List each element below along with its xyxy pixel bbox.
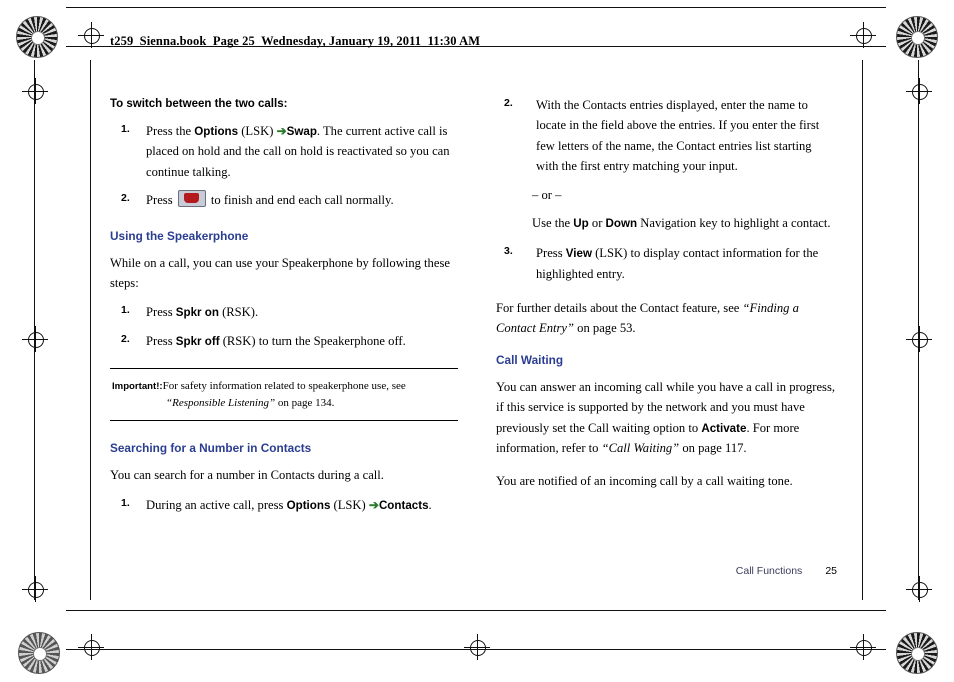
registration-cross-bottom-left bbox=[78, 634, 104, 660]
end-call-key-icon bbox=[177, 190, 206, 208]
footer-section-name: Call Functions bbox=[735, 565, 803, 577]
registration-cross-right-mid bbox=[906, 326, 932, 352]
keyword-swap: Swap bbox=[286, 124, 317, 138]
keyword-options: Options bbox=[194, 124, 239, 138]
details-text-post: on page 53. bbox=[574, 321, 636, 336]
details-text-pre: For further details about the Contact fe… bbox=[496, 300, 743, 315]
trim-rule-right-short bbox=[862, 60, 863, 600]
list-item: 3. Press View (LSK) to display contact i… bbox=[496, 243, 836, 284]
note-reference-page: on page 134. bbox=[275, 397, 335, 410]
registration-burst-top-left bbox=[16, 16, 58, 58]
list-item: 2. With the Contacts entries displayed, … bbox=[496, 95, 836, 177]
note-label: Important!: bbox=[112, 381, 163, 393]
list-item-text: Press Spkr on (RSK). bbox=[146, 305, 258, 319]
step-text-pre: Press bbox=[146, 193, 176, 208]
alt-text-pre: Use the bbox=[532, 215, 574, 230]
registration-burst-bottom-right bbox=[896, 632, 938, 674]
registration-cross-top-center-right bbox=[850, 22, 876, 48]
registration-cross-right-top bbox=[906, 78, 932, 104]
list-item: 2. Press to finish and end each call nor… bbox=[110, 190, 458, 210]
cross-reference-call-waiting: “Call Waiting” bbox=[601, 441, 680, 456]
registration-cross-bottom-right bbox=[850, 634, 876, 660]
list-item-number: 2. bbox=[504, 97, 513, 109]
registration-cross-top-left bbox=[78, 22, 104, 48]
heading-using-the-speakerphone: Using the Speakerphone bbox=[110, 228, 249, 243]
list-item-text: Press View (LSK) to display contact info… bbox=[536, 246, 818, 281]
step-text-post: to finish and end each call normally. bbox=[207, 193, 394, 208]
trim-rule-left-short bbox=[90, 60, 91, 600]
note-reference-title: “Responsible Listening” bbox=[166, 397, 276, 410]
footer-page-number: 25 bbox=[825, 565, 837, 577]
heading-searching-for-a-number: Searching for a Number in Contacts bbox=[110, 441, 312, 456]
step-text-pre: Press bbox=[146, 334, 176, 349]
list-item-text: Press to finish and end each call normal… bbox=[146, 190, 394, 208]
trim-rule-right bbox=[918, 60, 919, 600]
keyword-contacts: Contacts bbox=[378, 498, 429, 512]
registration-cross-left-mid bbox=[22, 326, 48, 352]
paragraph-contact-details-reference: For further details about the Contact fe… bbox=[496, 298, 836, 339]
step-text-post: (RSK) to turn the Speakerphone off. bbox=[219, 334, 406, 349]
step-text-pre: During an active call, press bbox=[146, 497, 287, 512]
step-text-mid: (LSK) bbox=[330, 497, 369, 512]
important-note-box: Important!:For safety information relate… bbox=[110, 368, 458, 422]
list-item-number: 1. bbox=[121, 496, 130, 509]
alt-text-mid: or bbox=[588, 215, 606, 230]
cw-text-post: on page 117. bbox=[679, 441, 747, 456]
alternative-separator: – or – bbox=[532, 187, 562, 202]
step-text-pre: Press the bbox=[146, 123, 195, 138]
list-item: 1. During an active call, press Options … bbox=[110, 495, 458, 516]
page-header-filename-date: t259_Sienna.book Page 25 Wednesday, Janu… bbox=[110, 34, 481, 48]
registration-burst-bottom-left bbox=[18, 632, 60, 674]
list-item-number: 2. bbox=[121, 333, 130, 346]
list-item-text: With the Contacts entries displayed, ent… bbox=[536, 98, 820, 174]
list-item: 1. Press the Options (LSK) ➔Swap. The cu… bbox=[110, 121, 458, 183]
heading-call-waiting: Call Waiting bbox=[496, 352, 564, 367]
step-text-mid: (LSK) bbox=[238, 123, 277, 138]
note-reference-line: “Responsible Listening” on page 134. bbox=[166, 395, 456, 413]
list-item-number: 1. bbox=[121, 304, 130, 317]
step-text-post: (RSK). bbox=[218, 305, 259, 320]
list-item-number: 2. bbox=[121, 192, 130, 205]
page-footer: Call Functions 25 bbox=[736, 565, 837, 577]
trim-rule-top bbox=[66, 7, 886, 8]
right-text-column: 2. With the Contacts entries displayed, … bbox=[496, 95, 836, 500]
registration-cross-left-top bbox=[22, 78, 48, 104]
step-text-pre: Press bbox=[146, 305, 176, 320]
keyword-activate: Activate bbox=[701, 421, 747, 435]
trim-rule-bottom-short bbox=[66, 610, 886, 611]
arrow-icon: ➔ bbox=[276, 123, 287, 138]
list-item-text: Press Spkr off (RSK) to turn the Speaker… bbox=[146, 334, 406, 348]
keyword-options: Options bbox=[286, 498, 331, 512]
paragraph-call-waiting-2: You are notified of an incoming call by … bbox=[496, 473, 793, 488]
paragraph-call-waiting-1: You can answer an incoming call while yo… bbox=[496, 377, 836, 459]
registration-burst-top-right bbox=[896, 16, 938, 58]
arrow-icon: ➔ bbox=[368, 497, 379, 512]
note-text: For safety information related to speake… bbox=[162, 380, 406, 393]
trim-rule-bottom bbox=[66, 649, 886, 650]
list-item-number: 3. bbox=[504, 244, 513, 257]
alternative-instruction: Use the Up or Down Navigation key to hig… bbox=[496, 213, 836, 234]
list-item-text: Press the Options (LSK) ➔Swap. The curre… bbox=[146, 124, 450, 179]
alt-text-post: Navigation key to highlight a contact. bbox=[637, 215, 831, 230]
list-item-text: During an active call, press Options (LS… bbox=[146, 498, 432, 512]
list-item: 1. Press Spkr on (RSK). bbox=[110, 302, 458, 323]
list-item: 2. Press Spkr off (RSK) to turn the Spea… bbox=[110, 331, 458, 352]
step-text-pre: Press bbox=[536, 245, 566, 260]
registration-cross-bottom-center bbox=[464, 634, 490, 660]
heading-switch-between-calls: To switch between the two calls: bbox=[110, 98, 288, 110]
left-text-column: To switch between the two calls: 1. Pres… bbox=[110, 95, 458, 524]
list-item-number: 1. bbox=[121, 122, 130, 135]
paragraph-speakerphone-intro: While on a call, you can use your Speake… bbox=[110, 255, 450, 291]
trim-rule-left bbox=[34, 60, 35, 600]
step-text-post: . bbox=[428, 497, 432, 512]
paragraph-search-intro: You can search for a number in Contacts … bbox=[110, 468, 384, 483]
registration-cross-left-bottom bbox=[22, 576, 48, 602]
keyword-view: View bbox=[565, 246, 592, 260]
keyword-spkr-off: Spkr off bbox=[175, 335, 220, 349]
registration-cross-right-bottom bbox=[906, 576, 932, 602]
keyword-spkr-on: Spkr on bbox=[175, 306, 219, 320]
keyword-down: Down bbox=[605, 216, 638, 230]
keyword-up: Up bbox=[573, 216, 589, 230]
